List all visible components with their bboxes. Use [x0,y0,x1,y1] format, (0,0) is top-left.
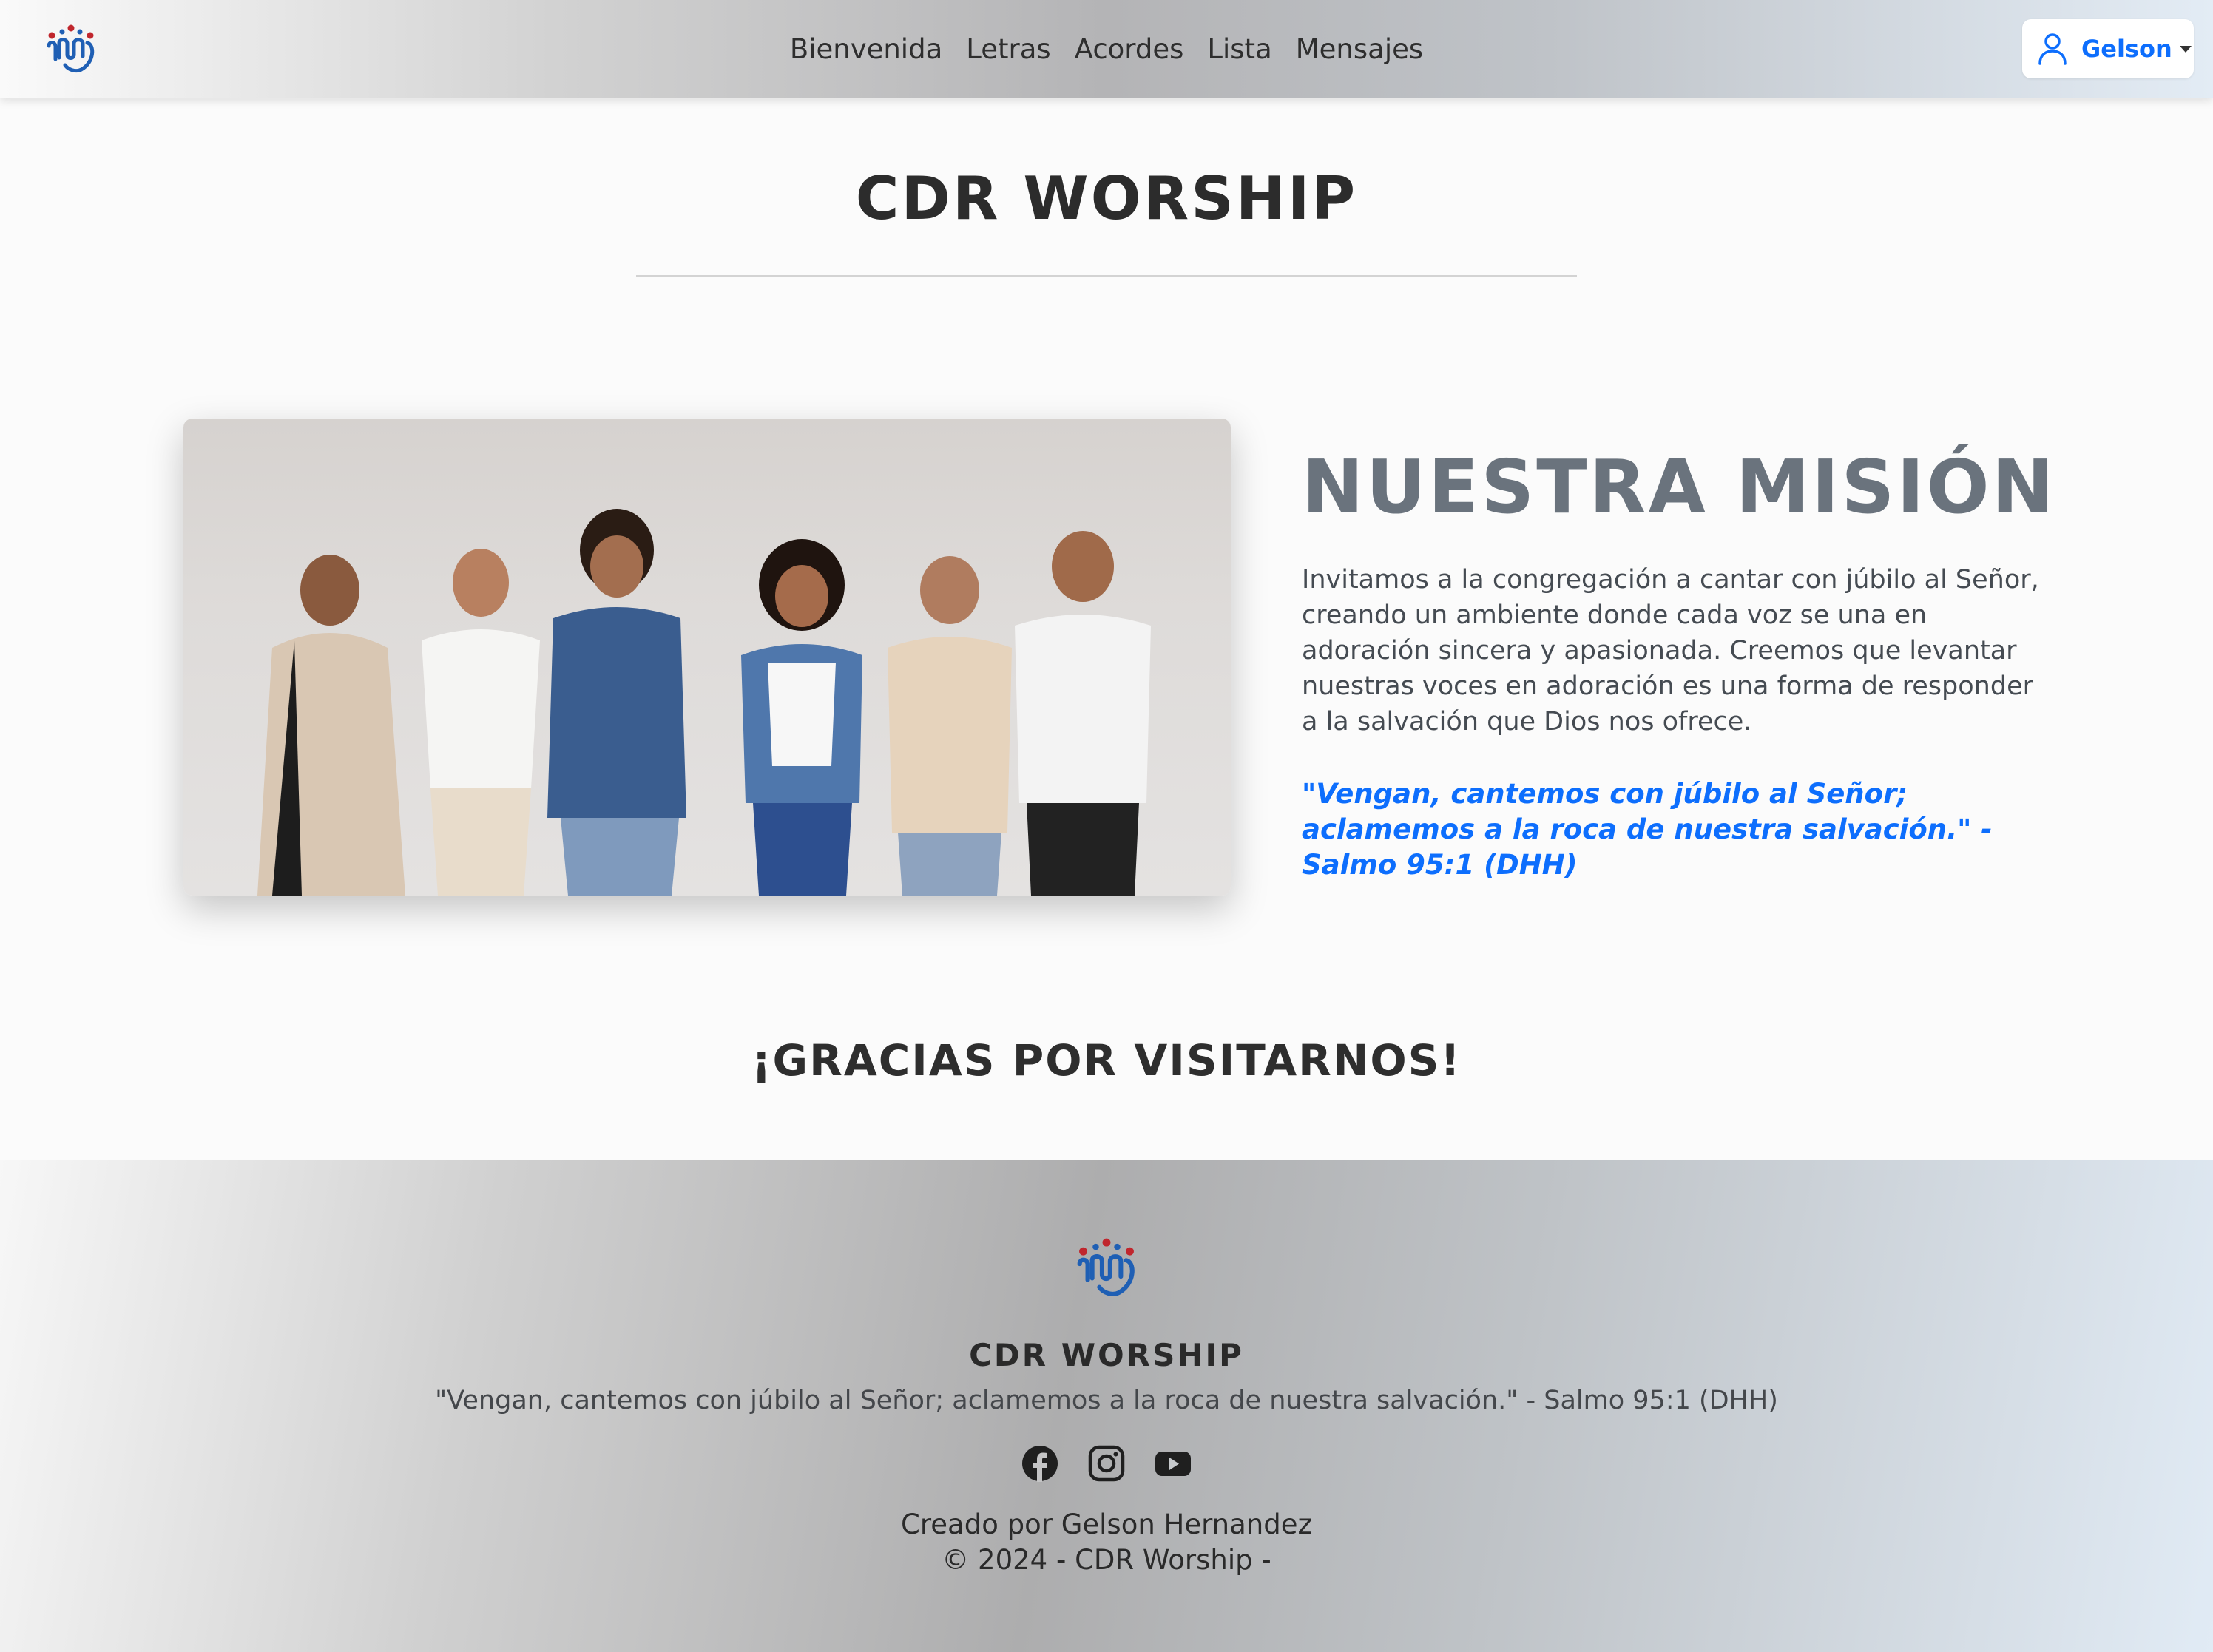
footer-title: CDR WORSHIP [969,1337,1244,1373]
nav-link-mensajes[interactable]: Mensajes [1284,33,1435,65]
mission-verse: "Vengan, cantemos con júbilo al Señor; a… [1302,778,1993,881]
chevron-down-icon [2179,45,2192,53]
footer-verse: "Vengan, cantemos con júbilo al Señor; a… [435,1386,1778,1415]
thanks-heading: ¡GRACIAS POR VISITARNOS! [751,1035,1462,1086]
facebook-icon[interactable] [1021,1445,1058,1482]
instagram-icon[interactable] [1088,1445,1125,1482]
footer: CDR WORSHIP "Vengan, cantemos con júbilo… [0,1160,2213,1652]
ministry-logo-icon[interactable] [1072,1233,1141,1301]
youtube-icon[interactable] [1155,1445,1192,1482]
footer-copyright: © 2024 - CDR Worship - [942,1544,1271,1576]
main-nav: Bienvenida Letras Acordes Lista Mensajes [0,0,2213,98]
team-photo [183,419,1231,896]
user-menu-button[interactable]: Gelson [2022,19,2194,78]
nav-link-letras[interactable]: Letras [954,33,1062,65]
mission-text: Invitamos a la congregación a cantar con… [1302,565,2039,737]
user-icon [2038,33,2067,65]
page-title: CDR WORSHIP [855,164,1358,233]
title-divider [636,275,1577,277]
navbar: Bienvenida Letras Acordes Lista Mensajes… [0,0,2213,98]
nav-link-acordes[interactable]: Acordes [1063,33,1196,65]
footer-credit: Creado por Gelson Hernandez [901,1509,1312,1540]
social-links [0,1445,2213,1482]
nav-link-bienvenida[interactable]: Bienvenida [778,33,954,65]
nav-link-lista[interactable]: Lista [1195,33,1283,65]
mission-heading: NUESTRA MISIÓN [1302,444,2056,530]
user-name: Gelson [2081,35,2172,63]
